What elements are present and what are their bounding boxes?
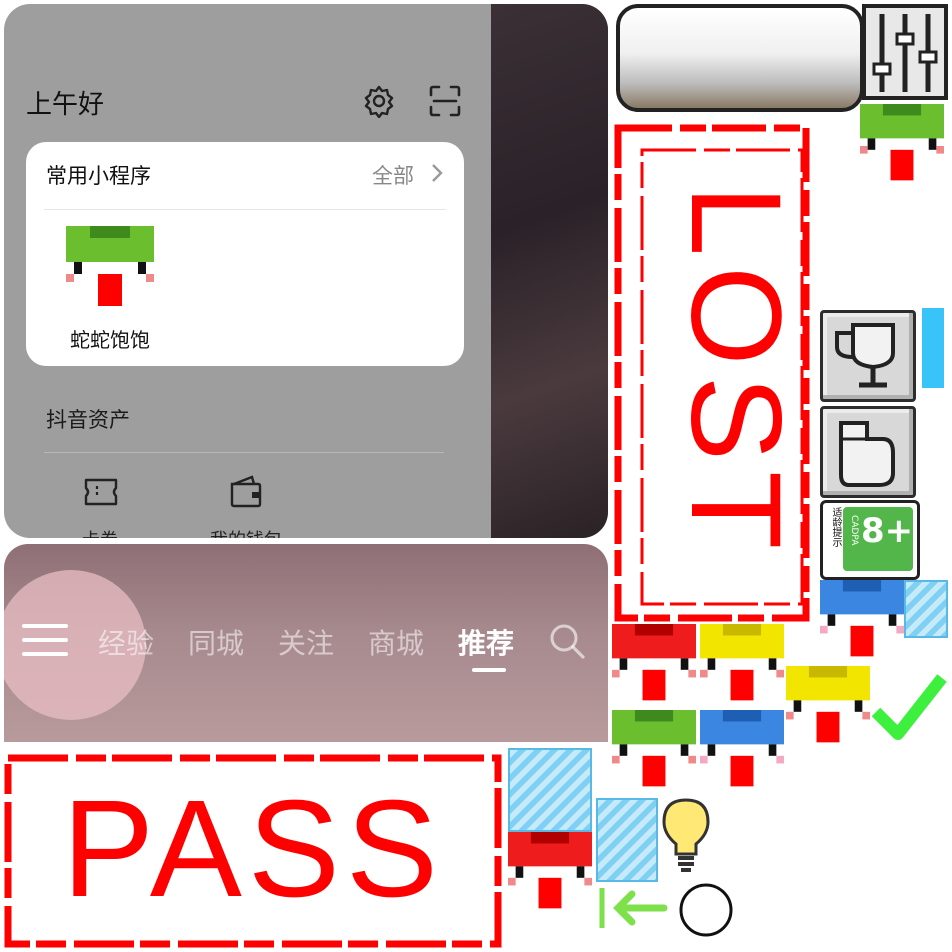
glove-tile[interactable] [820, 406, 916, 498]
blue-bar [922, 308, 944, 388]
pass-stamp: PASS [4, 754, 502, 948]
mini-program-panel: 经 上午好 常用小程序 全部 蛇蛇饱饱 抖音资产 [4, 4, 608, 538]
coupon-icon[interactable] [82, 476, 120, 508]
divider [44, 209, 446, 210]
top-nav-bar: 经验 同城 关注 商城 推荐 [4, 544, 608, 742]
ice-block [904, 580, 948, 638]
snake-yellow-sprite [700, 624, 784, 701]
snake-yellow-sprite [786, 666, 870, 743]
mini-program-card: 常用小程序 全部 蛇蛇饱饱 [26, 142, 464, 366]
wallet-icon[interactable] [228, 474, 264, 508]
greeting-title: 上午好 [26, 90, 105, 120]
age-rating: 8+ [861, 511, 914, 551]
lost-stamp: LOST [614, 124, 810, 622]
video-background: 经 [491, 4, 608, 538]
mini-program-item[interactable]: 蛇蛇饱饱 [26, 224, 194, 354]
snake-app-icon[interactable] [66, 224, 154, 316]
trophy-tile[interactable] [820, 310, 916, 402]
checkmark-icon [871, 674, 947, 740]
long-button-sprite[interactable] [616, 4, 864, 112]
card-title: 常用小程序 [46, 164, 151, 188]
trophy-icon [835, 323, 895, 388]
assets-title: 抖音资产 [46, 408, 130, 432]
menu-icon[interactable] [22, 624, 68, 660]
lost-text: LOST [664, 185, 807, 559]
gear-icon[interactable] [362, 84, 396, 118]
snake-red-sprite [612, 624, 696, 701]
snake-green-sprite [860, 104, 944, 181]
tab-recommend[interactable]: 推荐 [458, 622, 514, 662]
circle-icon[interactable] [676, 880, 736, 940]
scan-icon[interactable] [428, 84, 462, 118]
tab-following[interactable]: 关注 [278, 622, 334, 662]
glove-icon [839, 421, 895, 487]
app-name: 蛇蛇饱饱 [70, 328, 150, 352]
snake-blue-sprite [820, 580, 904, 657]
ice-block [596, 798, 658, 882]
age-rating-badge: 适龄提示 CADPA 8+ [820, 500, 920, 580]
settings-sliders-icon[interactable] [862, 4, 948, 100]
snake-blue-sprite [700, 710, 784, 787]
tab-local[interactable]: 同城 [188, 622, 244, 662]
active-tab-indicator [472, 668, 506, 672]
lightbulb-icon[interactable] [658, 796, 714, 878]
chevron-right-icon[interactable] [430, 162, 444, 184]
divider [44, 452, 444, 453]
snake-red-sprite [508, 832, 592, 909]
tab-experience[interactable]: 经验 [98, 622, 154, 662]
cadpa-label: CADPA [849, 515, 859, 546]
tab-mall[interactable]: 商城 [368, 622, 424, 662]
snake-green-sprite [612, 710, 696, 787]
coupon-label: 卡券 [82, 526, 118, 538]
arrow-left-icon[interactable] [598, 884, 668, 932]
ice-block [508, 748, 592, 832]
view-all-link[interactable]: 全部 [372, 160, 414, 190]
age-hint-text: 适龄提示 [830, 507, 841, 547]
wallet-label: 我的钱包 [210, 526, 282, 538]
search-icon[interactable] [548, 622, 586, 660]
age-rating-panel: CADPA 8+ [843, 507, 913, 571]
pass-text: PASS [62, 772, 444, 926]
